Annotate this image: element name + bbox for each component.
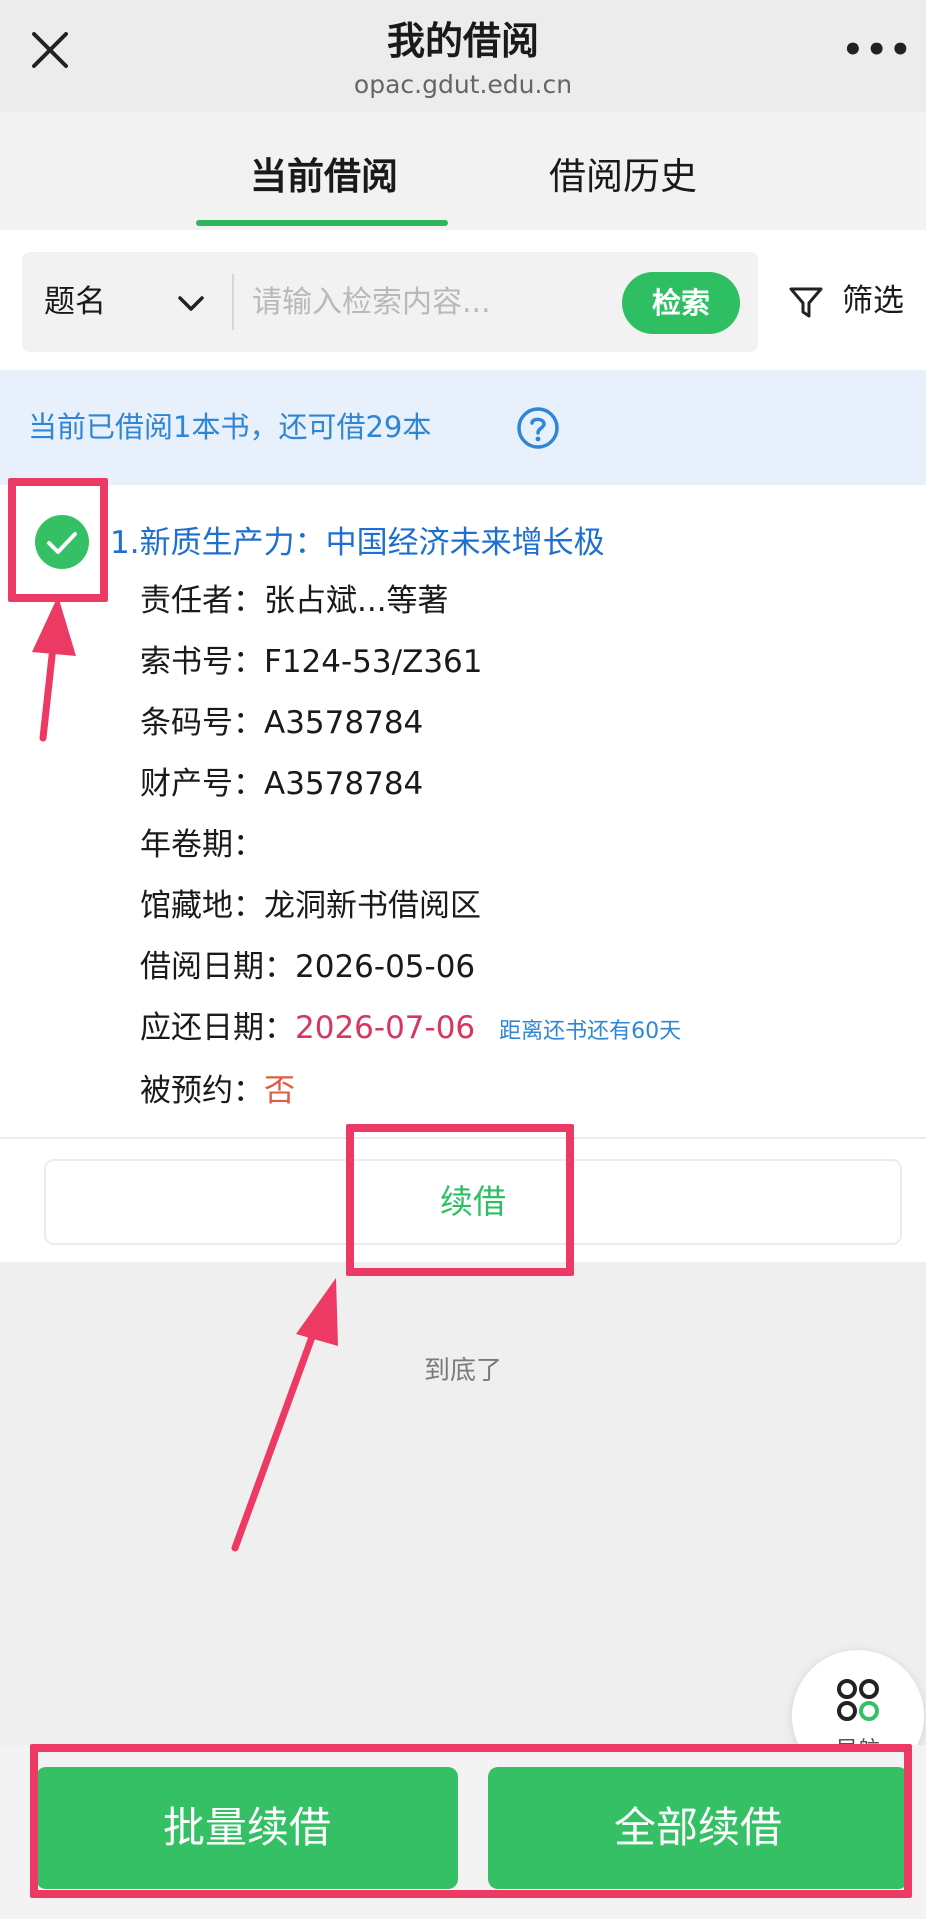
borrow-date-value: 2026-05-06 [295,949,476,985]
bottom-action-bar: 批量续借 全部续借 [0,1745,926,1919]
borrow-summary-banner: 当前已借阅1本书，还可借29本 [0,370,926,485]
volume-issue-label: 年卷期： [140,827,264,863]
barcode-label: 条码号： [140,705,264,741]
renew-all-button[interactable]: 全部续借 [488,1767,908,1889]
author-row: 责任者：张占斌...等著 [140,575,449,620]
asset-number-row: 财产号：A3578784 [140,758,423,803]
reserved-label: 被预约： [140,1073,264,1109]
reserved-value: 否 [264,1073,295,1109]
check-circle-icon[interactable] [34,514,90,570]
end-of-list-text: 到底了 [423,1356,502,1386]
search-button[interactable]: 检索 [622,272,740,334]
search-input[interactable] [252,274,632,330]
tab-current-borrow[interactable]: 当前借阅 [250,146,398,200]
filter-button[interactable]: 筛选 [788,276,918,326]
page-url: opac.gdut.edu.cn [353,70,573,99]
search-section: 题名 检索 筛选 [0,230,926,370]
volume-issue-row: 年卷期： [140,819,264,864]
book-title[interactable]: 1.新质生产力：中国经济未来增长极 [110,517,605,562]
card-divider [0,1137,926,1139]
call-number-label: 索书号： [140,644,264,680]
filter-label: 筛选 [842,283,904,319]
due-date-value: 2026-07-06 [295,1010,476,1046]
author-label: 责任者： [140,583,264,619]
tab-borrow-history[interactable]: 借阅历史 [549,146,697,200]
borrow-summary-text: 当前已借阅1本书，还可借29本 [28,410,432,444]
batch-renew-button[interactable]: 批量续借 [36,1767,458,1889]
more-menu-button[interactable]: ••• [842,26,911,74]
reserved-row: 被预约：否 [140,1065,295,1110]
location-row: 馆藏地：龙洞新书借阅区 [140,880,481,925]
barcode-value: A3578784 [264,705,424,741]
top-bar: 我的借阅 opac.gdut.edu.cn ••• [0,0,926,112]
renew-button[interactable]: 续借 [44,1159,902,1245]
active-tab-indicator [196,220,448,226]
call-number-value: F124-53/Z361 [264,644,483,680]
location-value: 龙洞新书借阅区 [264,888,481,924]
borrow-date-row: 借阅日期：2026-05-06 [140,941,475,986]
chevron-down-icon[interactable] [174,286,208,320]
book-card: 1.新质生产力：中国经济未来增长极 责任者：张占斌...等著 索书号：F124-… [0,485,926,1262]
due-date-row: 应还日期：2026-07-06 距离还书还有60天 [140,1002,681,1047]
help-icon[interactable] [516,406,560,450]
annotation-arrow-renew [231,1278,338,1552]
borrow-date-label: 借阅日期： [140,949,295,985]
search-box: 题名 检索 [22,252,758,352]
navigation-icon [837,1679,879,1721]
call-number-row: 索书号：F124-53/Z361 [140,636,482,681]
barcode-row: 条码号：A3578784 [140,697,423,742]
days-remaining-note: 距离还书还有60天 [499,1019,682,1044]
location-label: 馆藏地： [140,888,264,924]
filter-icon [789,287,823,318]
search-divider [232,274,234,330]
tab-bar: 当前借阅 借阅历史 [0,112,926,230]
page-title: 我的借阅 [386,19,539,63]
asset-number-label: 财产号： [140,766,264,802]
asset-number-value: A3578784 [264,766,424,802]
search-field-select[interactable]: 题名 [44,252,106,352]
author-value: 张占斌...等著 [264,583,449,619]
due-date-label: 应还日期： [140,1010,295,1046]
